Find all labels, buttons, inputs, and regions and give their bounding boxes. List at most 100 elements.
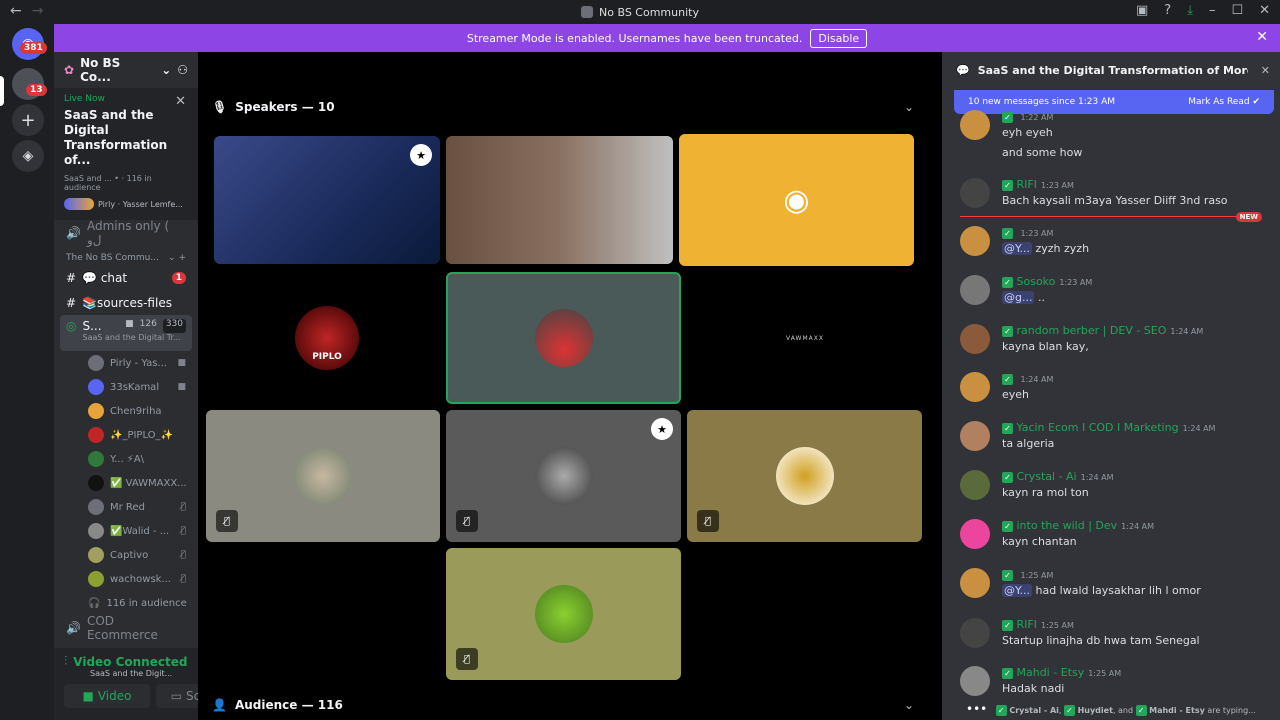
check-icon: ✓ [1002,520,1013,532]
server-header[interactable]: ✿ No BS Co... ⌄ ⚇ [54,52,198,88]
channel-sources[interactable]: # 📚sources-files [54,290,198,315]
member-item[interactable]: Captivo 🎙̸ [54,543,198,567]
muted-mic-icon: 🎙̸ [456,648,478,670]
inbox-icon[interactable]: ▣ [1136,3,1148,18]
author-name: Crystal - Ai [1016,470,1077,483]
speaker-tile-vawmaxx[interactable]: VAWMAXX [687,272,923,404]
invite-icon[interactable]: ⚇ [177,63,188,77]
member-item[interactable]: ✨_PIPLO_✨ [54,423,198,447]
chat-bubble-icon: 💬 [956,63,970,77]
download-icon[interactable]: ⤓ [1187,3,1193,18]
speaker-tile-7[interactable]: 🎙̸ [446,548,681,680]
back-arrow-icon[interactable]: ← [10,3,22,19]
channel-chat[interactable]: # 💬 chat 1 [54,265,198,290]
member-item[interactable]: 33sKamal ■ [54,375,198,399]
close-window-icon[interactable]: ✕ [1259,3,1270,18]
people-icon: 👤 [212,698,227,712]
message-author: ✓ 1:22 AM [1002,110,1053,123]
muted-mic-icon: 🎙̸ [180,526,186,536]
member-avatar [88,451,104,467]
audience-count[interactable]: 🎧 116 in audience [54,591,198,615]
chevron-down-icon[interactable]: ⌄ [904,698,914,712]
live-sub: SaaS and ... • · 116 in audience [64,174,152,192]
forward-arrow-icon[interactable]: → [32,3,44,19]
member-name: ✅ VAWMAXX... [110,477,187,489]
category-header[interactable]: The No BS Commu... ⌄ + [54,245,198,265]
chevron-down-icon[interactable]: ⌄ [904,100,914,114]
member-avatar [88,427,104,443]
speaker-tile-discord[interactable]: ◉ [679,134,914,266]
mentions-badge: 381 [20,42,47,54]
message-time: 1:24 AM [1170,327,1204,336]
member-item[interactable]: Y... ⚡A\ [54,447,198,471]
mention[interactable]: @Y... [1002,584,1032,597]
message-body: ta algeria [1002,437,1055,450]
piplo-logo: PIPLO [295,306,359,370]
message-text: Hadak nadi [1002,682,1064,695]
check-icon: ✓ [1002,667,1013,679]
user-avatar [960,372,990,402]
channel-label: 💬 chat [82,270,128,285]
typing-indicator: ••• ✓ Crystal - Ai, ✓ Huydiet, and ✓ Mah… [966,702,1256,716]
member-item[interactable]: ✅ VAWMAXX... [54,471,198,495]
channel-admins[interactable]: 🔊 Admins only ( ﻝﻭ [54,219,198,247]
message-body: Hadak nadi [1002,682,1065,695]
video-label: Video [97,689,132,703]
message-text: @Y... zyzh zyzh [1002,242,1089,255]
mark-as-read-button[interactable]: Mark As Read ✔ [1188,97,1260,107]
member-item[interactable]: Mr Red 🎙̸ [54,495,198,519]
message-author: ✓ RIFI 1:23 AM [1002,178,1074,191]
author-name: Mahdi - Etsy [1016,666,1085,679]
speaker-tile-piplo[interactable]: PIPLO [214,272,440,404]
user-avatar [960,178,990,208]
member-item[interactable]: wachowsk... 🎙̸ [54,567,198,591]
speaker-tile-4[interactable]: 🎙̸ [206,410,440,542]
message-text: Bach kaysali m3aya Yasser Diiff 3nd raso [1002,194,1228,207]
muted-mic-icon: 🎙̸ [697,510,719,532]
speaker-tile-5[interactable]: ★ 🎙̸ [446,410,681,542]
stage-icon: ◎ [66,319,77,333]
user-avatar [960,519,990,549]
member-list: Pirly - Yas... ■ 33sKamal ■ Chen9riha ✨_PIPLO… [54,351,198,591]
headphones-icon: 🎧 [88,597,101,609]
screen-button[interactable]: ▭Screen [156,684,198,708]
speaker-tile-6[interactable]: 🎙̸ [687,410,922,542]
member-item[interactable]: Pirly - Yas... ■ [54,351,198,375]
video-icon: ■ [125,319,134,329]
help-icon[interactable]: ? [1164,3,1171,18]
member-item[interactable]: ✅Walid - ... 🎙̸ [54,519,198,543]
channel-stage[interactable]: ◎ S... ■ 126 330 SaaS and the Digital Tr... [60,315,192,351]
live-stage-card[interactable]: Live Now ✕ SaaS and the Digital Transfor… [54,88,198,220]
audience-label: 116 in audience [106,597,187,609]
mention[interactable]: @g... [1002,291,1035,304]
mark-label: Mark As Read [1188,97,1250,107]
message-time: 1:25 AM [1088,669,1122,678]
close-chat-icon[interactable]: ✕ [1261,64,1270,77]
speaker-tile-active[interactable] [446,272,681,404]
discord-icon: ◉ [783,182,810,218]
speaker-video-1[interactable]: ★ [214,136,440,264]
channel-cod[interactable]: 🔊 COD Ecommerce [54,614,198,642]
speaker-video-2[interactable] [446,136,673,264]
muted-mic-icon: 🎙̸ [180,502,186,512]
minimize-icon[interactable]: – [1209,3,1216,18]
video-button[interactable]: ■ Video [64,684,150,708]
member-item[interactable]: Chen9riha [54,399,198,423]
stage-sub: SaaS and the Digital Tr... [82,333,181,342]
add-server-icon[interactable]: + [12,104,44,136]
message-text: kayn ra mol ton [1002,486,1089,499]
close-banner-icon[interactable]: ✕ [1256,29,1268,45]
message-body: kayna blan kay, [1002,340,1089,353]
close-card-icon[interactable]: ✕ [175,94,186,109]
user-avatar [960,618,990,648]
disable-button[interactable]: Disable [810,28,868,48]
message-text-2: and some how [1002,146,1083,159]
mention[interactable]: @Y... [1002,242,1032,255]
maximize-icon[interactable]: ☐ [1231,3,1243,18]
member-name: ✨_PIPLO_✨ [110,429,173,441]
check-icon: ✓ [1002,227,1013,239]
message-author: ✓ 1:24 AM [1002,372,1053,385]
add-channel-icon[interactable]: ⌄ + [168,253,186,263]
member-avatar [88,547,104,563]
explore-icon[interactable]: ◈ [12,140,44,172]
